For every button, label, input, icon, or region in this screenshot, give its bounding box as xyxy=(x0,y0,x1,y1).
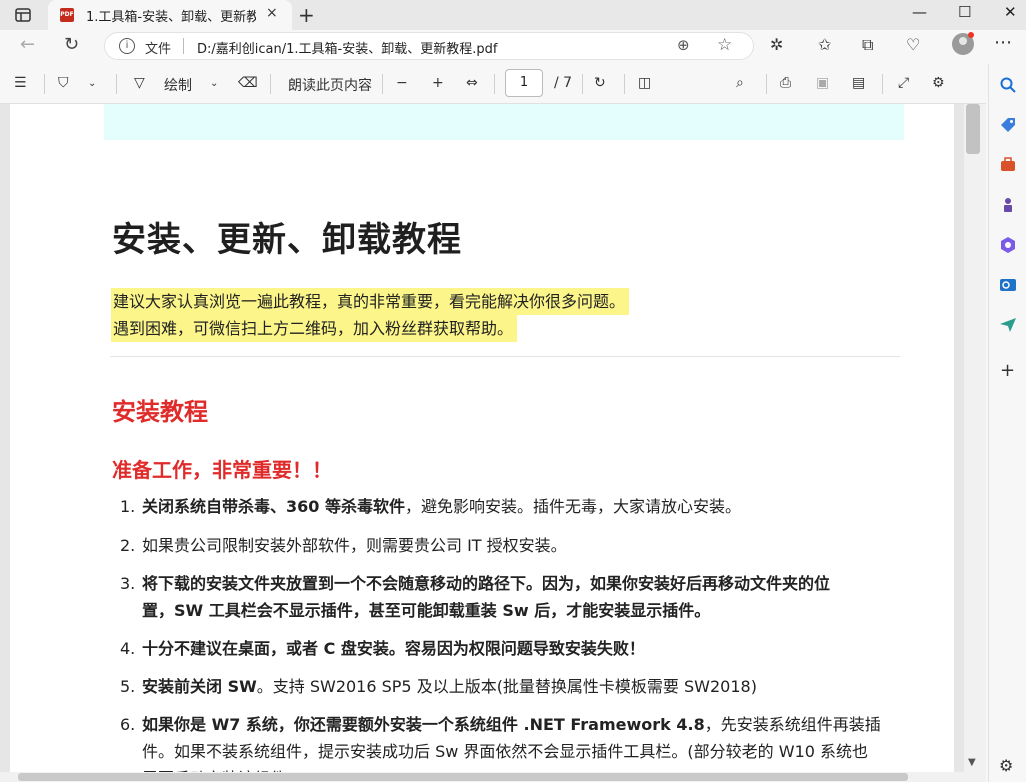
file-scheme-label: 文件 xyxy=(145,42,172,57)
send-icon[interactable] xyxy=(999,316,1017,334)
zoom-in-button[interactable]: + xyxy=(432,75,444,91)
draw-label[interactable]: 绘制 xyxy=(164,75,192,95)
fit-page-icon[interactable]: ⇔ xyxy=(466,75,478,91)
maximize-button[interactable]: ☐ xyxy=(958,3,971,21)
search-icon[interactable]: ⌕ xyxy=(736,75,744,91)
list-item: 3. 将下载的安装文件夹放置到一个不会随意移动的路径下。因为，如果你安装好后再移动… xyxy=(120,574,831,593)
zoom-out-button[interactable]: − xyxy=(396,75,408,91)
zoom-icon[interactable]: ⊕ xyxy=(677,36,690,54)
active-tab[interactable]: PDF 1.工具箱-安装、卸载、更新教程 × xyxy=(48,0,292,30)
right-sidebar: + ⚙ xyxy=(988,64,1026,782)
browser-essentials-icon[interactable]: ♡ xyxy=(906,35,920,54)
address-bar[interactable]: i 文件 D:/嘉利创ican/1.工具箱-安装、卸载、更新教程.pdf ⊕ ☆ xyxy=(104,32,754,60)
print-icon[interactable]: ⎙ xyxy=(780,75,791,91)
collections-icon[interactable]: ⧉ xyxy=(862,35,873,55)
scroll-down-arrow-icon[interactable]: ▼ xyxy=(968,757,976,768)
header-band xyxy=(104,104,904,140)
fullscreen-icon[interactable]: ⤢ xyxy=(898,75,909,91)
more-menu-icon[interactable]: ⋯ xyxy=(994,32,1012,53)
address-row: ← ↻ i 文件 D:/嘉利创ican/1.工具箱-安装、卸载、更新教程.pdf… xyxy=(0,30,1026,64)
pdf-page: 安装、更新、卸载教程 建议大家认真浏览一遍此教程，真的非常重要，看完能解决你很多… xyxy=(10,104,954,782)
info-icon[interactable]: i xyxy=(119,38,135,54)
divider xyxy=(494,74,495,94)
document-title: 安装、更新、卸载教程 xyxy=(112,220,462,260)
close-window-button[interactable]: ✕ xyxy=(1004,3,1017,21)
pdf-file-icon: PDF xyxy=(60,8,74,22)
tools-briefcase-icon[interactable] xyxy=(999,156,1017,174)
list-item-continuation: 置，SW 工具栏会不显示插件，甚至可能卸载重装 Sw 后，才能安装显示插件。 xyxy=(142,601,711,620)
settings-gear-icon[interactable]: ⚙ xyxy=(999,756,1013,775)
outlook-icon[interactable] xyxy=(999,276,1017,294)
tab-title: 1.工具箱-安装、卸载、更新教程 xyxy=(86,10,256,25)
subsection-title: 准备工作，非常重要！！ xyxy=(112,458,332,482)
shopping-tag-icon[interactable] xyxy=(999,116,1017,134)
save-icon[interactable]: ▣ xyxy=(816,75,829,91)
contents-list-icon[interactable]: ☰ xyxy=(14,75,27,91)
tab-actions-icon[interactable] xyxy=(14,6,32,24)
copilot-icon[interactable] xyxy=(999,236,1017,254)
highlight-icon[interactable]: ⛉ xyxy=(58,75,69,91)
pdf-viewer[interactable]: 安装、更新、卸载教程 建议大家认真浏览一遍此教程，真的非常重要，看完能解决你很多… xyxy=(0,104,986,782)
favorites-icon[interactable]: ✩ xyxy=(818,35,831,54)
refresh-icon[interactable]: ↻ xyxy=(64,34,79,55)
back-arrow-icon[interactable]: ← xyxy=(20,34,35,55)
list-item: 4. 十分不建议在桌面，或者 C 盘安装。容易因为权限问题导致安装失败！ xyxy=(120,639,645,658)
new-tab-button[interactable]: + xyxy=(298,3,315,27)
divider xyxy=(882,74,883,94)
list-item: 5. 安装前关闭 SW。支持 SW2016 SP5 及以上版本(批量替换属性卡模板… xyxy=(120,677,757,696)
minimize-button[interactable]: — xyxy=(912,3,927,21)
add-icon[interactable]: + xyxy=(1000,360,1015,381)
total-pages-label: / 7 xyxy=(554,75,573,91)
chevron-down-icon[interactable]: ⌄ xyxy=(210,78,218,89)
search-icon[interactable] xyxy=(999,76,1017,94)
tab-close-button[interactable]: × xyxy=(266,5,278,21)
vertical-scrollbar[interactable] xyxy=(964,104,986,772)
favorite-star-icon[interactable]: ☆ xyxy=(717,35,732,55)
list-item: 6. 如果你是 W7 系统，你还需要额外安装一个系统组件 .NET Framewo… xyxy=(120,715,881,734)
divider xyxy=(624,74,625,94)
pdf-toolbar: ☰ ⛉ ⌄ ▽ 绘制 ⌄ ⌫ 朗读此页内容 − + ⇔ 1 / 7 ↻ ◫ ⌕ … xyxy=(0,64,986,104)
url-text[interactable]: D:/嘉利创ican/1.工具箱-安装、卸载、更新教程.pdf xyxy=(197,38,497,57)
divider xyxy=(110,356,900,357)
section-title: 安装教程 xyxy=(112,398,208,426)
highlight-line-1: 建议大家认真浏览一遍此教程，真的非常重要，看完能解决你很多问题。 xyxy=(111,288,630,315)
list-item: 1. 关闭系统自带杀毒、360 等杀毒软件，避免影响安装。插件无毒，大家请放心安装… xyxy=(120,497,741,516)
divider xyxy=(382,74,383,94)
settings-gear-icon[interactable]: ⚙ xyxy=(932,75,945,91)
chevron-down-icon[interactable]: ⌄ xyxy=(88,78,96,89)
page-number-input[interactable]: 1 xyxy=(505,69,543,97)
divider xyxy=(183,38,184,54)
divider xyxy=(44,74,45,94)
vertical-scroll-thumb[interactable] xyxy=(966,104,980,154)
divider xyxy=(582,74,583,94)
divider xyxy=(766,74,767,94)
divider xyxy=(116,74,117,94)
page-view-icon[interactable]: ◫ xyxy=(638,75,651,91)
eraser-icon[interactable]: ⌫ xyxy=(238,75,258,91)
horizontal-scroll-thumb[interactable] xyxy=(18,773,908,781)
games-chess-icon[interactable] xyxy=(999,196,1017,214)
draw-pen-icon[interactable]: ▽ xyxy=(134,75,145,91)
extensions-icon[interactable]: ✲ xyxy=(770,35,783,54)
list-item: 2. 如果贵公司限制安装外部软件，则需要贵公司 IT 授权安装。 xyxy=(120,536,567,555)
divider xyxy=(270,74,271,94)
rotate-icon[interactable]: ↻ xyxy=(594,75,606,91)
list-item-continuation: 件。如果不装系统组件，提示安装成功后 Sw 界面依然不会显示插件工具栏。(部分较… xyxy=(142,742,869,761)
notification-dot xyxy=(968,32,974,38)
read-aloud-button[interactable]: 朗读此页内容 xyxy=(288,75,372,95)
highlight-line-2: 遇到困难，可微信扫上方二维码，加入粉丝群获取帮助。 xyxy=(111,315,518,342)
tab-strip: PDF 1.工具箱-安装、卸载、更新教程 × + — ☐ ✕ xyxy=(0,0,1026,30)
save-as-icon[interactable]: ▤ xyxy=(852,75,865,91)
